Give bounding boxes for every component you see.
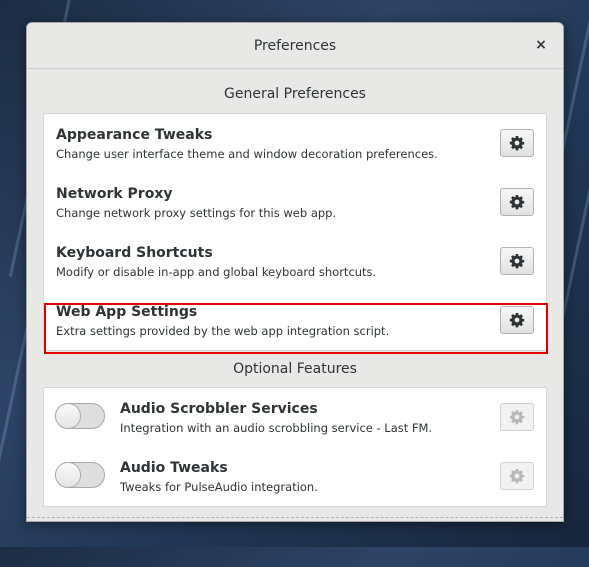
scroll-edge [27, 517, 563, 521]
row-web-app-settings: Web App Settings Extra settings provided… [44, 291, 546, 350]
row-description: Tweaks for PulseAudio integration. [120, 480, 318, 494]
row-name: Web App Settings [56, 304, 198, 320]
row-name: Network Proxy [56, 186, 173, 202]
row-description: Extra settings provided by the web app i… [56, 324, 390, 338]
gear-icon [509, 136, 525, 151]
general-preferences-heading: General Preferences [224, 86, 366, 102]
window-title: Preferences [253, 37, 337, 54]
gear-icon [509, 195, 525, 210]
row-description: Modify or disable in-app and global keyb… [56, 265, 377, 279]
row-name: Audio Tweaks [120, 460, 228, 476]
row-network-proxy: Network Proxy Change network proxy setti… [44, 173, 546, 232]
row-name: Audio Scrobbler Services [120, 401, 318, 417]
audio-scrobbler-toggle[interactable] [55, 403, 105, 429]
switch-knob [56, 404, 80, 428]
titlebar: Preferences × [27, 23, 563, 69]
gear-icon [509, 313, 525, 328]
keyboard-shortcuts-settings-button[interactable] [500, 247, 534, 275]
optional-features-list: Audio Scrobbler Services Integration wit… [43, 387, 547, 507]
audio-scrobbler-settings-button[interactable] [500, 403, 534, 431]
appearance-tweaks-settings-button[interactable] [500, 129, 534, 157]
preferences-window: Preferences × General Preferences Appear… [26, 22, 564, 522]
web-app-settings-button[interactable] [500, 306, 534, 334]
gear-icon [509, 254, 525, 269]
close-button[interactable]: × [531, 35, 551, 55]
row-appearance-tweaks: Appearance Tweaks Change user interface … [44, 114, 546, 173]
close-icon: × [535, 37, 547, 53]
gear-icon [509, 469, 525, 484]
general-preferences-list: Appearance Tweaks Change user interface … [43, 113, 547, 351]
row-keyboard-shortcuts: Keyboard Shortcuts Modify or disable in-… [44, 232, 546, 291]
row-description: Change user interface theme and window d… [56, 147, 438, 161]
row-description: Change network proxy settings for this w… [56, 206, 337, 220]
row-name: Appearance Tweaks [56, 127, 213, 143]
row-audio-tweaks: Audio Tweaks Tweaks for PulseAudio integ… [44, 447, 546, 506]
audio-tweaks-toggle[interactable] [55, 462, 105, 488]
audio-tweaks-settings-button[interactable] [500, 462, 534, 490]
network-proxy-settings-button[interactable] [500, 188, 534, 216]
optional-features-heading: Optional Features [233, 361, 357, 377]
row-description: Integration with an audio scrobbling ser… [120, 421, 433, 435]
row-audio-scrobbler: Audio Scrobbler Services Integration wit… [44, 388, 546, 447]
gear-icon [509, 410, 525, 425]
row-name: Keyboard Shortcuts [56, 245, 213, 261]
switch-knob [56, 463, 80, 487]
